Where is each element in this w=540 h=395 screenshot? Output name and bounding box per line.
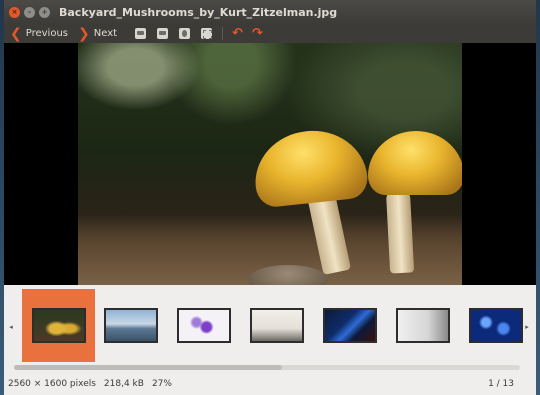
rotate-right-icon[interactable]: ↷ <box>252 27 263 40</box>
previous-label: Previous <box>25 28 68 39</box>
rotate-left-icon[interactable]: ↶ <box>232 27 243 40</box>
next-label: Next <box>93 28 118 39</box>
close-button[interactable]: × <box>9 6 20 18</box>
close-icon: × <box>11 7 18 16</box>
thumbnail-item[interactable] <box>94 289 167 362</box>
zoom-normal-icon[interactable] <box>135 28 147 39</box>
toolbar-separator <box>222 27 224 40</box>
zoom-in-icon[interactable] <box>179 28 191 39</box>
thumbnail-item[interactable] <box>240 289 313 362</box>
previous-button[interactable]: ❮ Previous <box>4 24 68 43</box>
minimize-icon: – <box>27 7 32 16</box>
thumbnail-item[interactable] <box>386 289 459 362</box>
image-viewer-window: × – + Backyard_Mushrooms_by_Kurt_Zitzelm… <box>4 0 536 395</box>
chevron-right-icon: ❯ <box>78 25 90 42</box>
image-display-area[interactable] <box>4 43 536 285</box>
mushrooms-photo <box>78 43 462 285</box>
thumbnail-lake-sky <box>103 308 158 343</box>
thumbnail-item[interactable] <box>313 289 386 362</box>
thumbnail-mushrooms <box>31 308 86 343</box>
window-title: Backyard_Mushrooms_by_Kurt_Zitzelman.jpg <box>59 5 338 19</box>
fullscreen-icon[interactable] <box>201 28 213 39</box>
thumbnail-item[interactable] <box>167 289 240 362</box>
title-bar: × – + Backyard_Mushrooms_by_Kurt_Zitzelm… <box>4 0 536 24</box>
mushroom-cap <box>250 125 370 209</box>
image-position: 1 / 13 <box>488 379 514 389</box>
thumbnail-grey-gradient <box>395 308 450 343</box>
strip-scroll-right-button[interactable]: ▸ <box>522 315 532 339</box>
next-button[interactable]: ❯ Next <box>68 24 117 43</box>
thumbnail-purple-flowers <box>176 308 231 343</box>
maximize-icon: + <box>41 7 48 16</box>
zoom-level: 27% <box>151 379 172 389</box>
toolbar: ❮ Previous ❯ Next ↶ ↷ <box>4 24 536 43</box>
status-bar: 2560 × 1600 pixels 218,4 kB 27% 1 / 13 <box>4 373 536 395</box>
thumbnail-item[interactable] <box>22 289 95 362</box>
strip-scroll-left-button[interactable]: ◂ <box>6 315 16 339</box>
image-dimensions: 2560 × 1600 pixels <box>8 379 96 389</box>
thumbnail-blue-bokeh <box>468 308 523 343</box>
mushroom-cap <box>368 131 462 195</box>
thumbnail-misty-field <box>249 308 304 343</box>
strip-scrollbar[interactable] <box>14 365 520 370</box>
zoom-fit-icon[interactable] <box>157 28 169 39</box>
chevron-left-icon: ❮ <box>10 25 22 42</box>
minimize-button[interactable]: – <box>24 6 35 18</box>
thumbnail-strip: ◂ ▸ <box>4 285 536 373</box>
maximize-button[interactable]: + <box>39 6 50 18</box>
strip-scrollbar-thumb[interactable] <box>14 365 282 370</box>
mushroom-stem <box>385 188 415 274</box>
thumbnail-blue-light-streak <box>322 308 377 343</box>
file-size: 218,4 kB <box>103 379 144 389</box>
